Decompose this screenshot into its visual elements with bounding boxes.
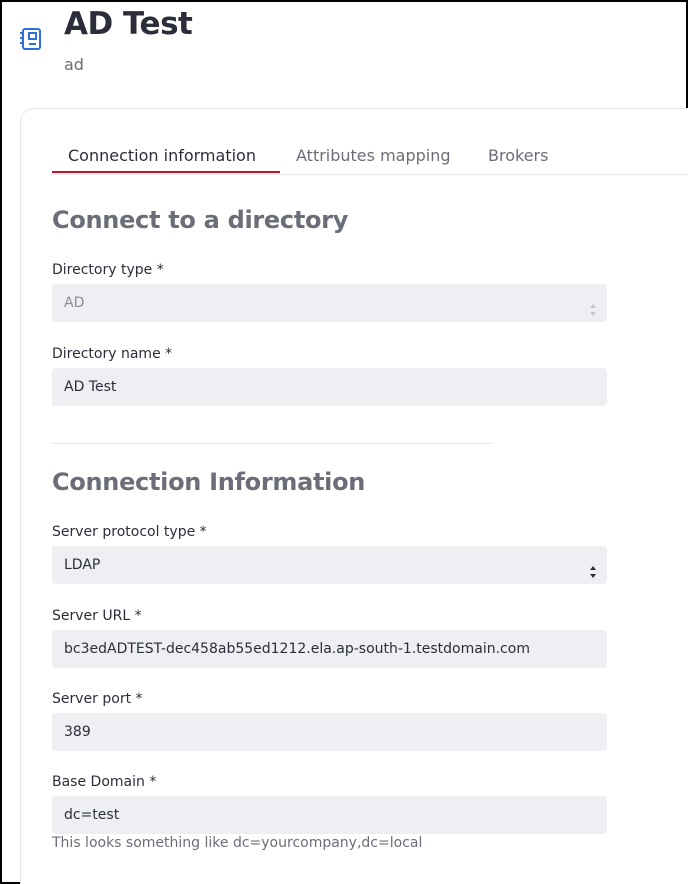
directory-type-value: AD <box>64 295 85 311</box>
server-protocol-value: LDAP <box>64 557 101 573</box>
server-protocol-select[interactable]: LDAP <box>52 546 607 584</box>
tab-brokers[interactable]: Brokers <box>488 146 548 165</box>
section-title-connect: Connect to a directory <box>52 206 349 234</box>
base-domain-label: Base Domain * <box>52 774 157 790</box>
tab-attributes-mapping[interactable]: Attributes mapping <box>296 146 451 165</box>
select-arrows-icon <box>589 295 597 316</box>
directory-type-select: AD <box>52 284 607 322</box>
server-url-input[interactable]: bc3edADTEST-dec458ab55ed1212.ela.ap-sout… <box>52 630 607 668</box>
server-port-label: Server port * <box>52 691 143 707</box>
active-tab-indicator <box>52 171 280 173</box>
page-title: AD Test <box>64 6 193 42</box>
directory-name-label: Directory name * <box>52 346 173 362</box>
page-subtitle: ad <box>64 55 84 74</box>
directory-name-input[interactable]: AD Test <box>52 368 607 406</box>
section-title-connection-information: Connection Information <box>52 468 366 496</box>
directory-book-icon <box>19 26 45 52</box>
base-domain-hint: This looks something like dc=yourcompany… <box>52 835 423 851</box>
select-arrows-icon <box>589 557 597 578</box>
base-domain-input[interactable]: dc=test <box>52 796 607 834</box>
server-url-label: Server URL * <box>52 608 142 624</box>
server-port-input[interactable]: 389 <box>52 713 607 751</box>
tab-connection-information[interactable]: Connection information <box>68 146 256 165</box>
server-protocol-label: Server protocol type * <box>52 524 207 540</box>
directory-type-label: Directory type * <box>52 262 164 278</box>
section-divider <box>52 443 492 444</box>
tab-bar: Connection information Attributes mappin… <box>52 140 688 175</box>
